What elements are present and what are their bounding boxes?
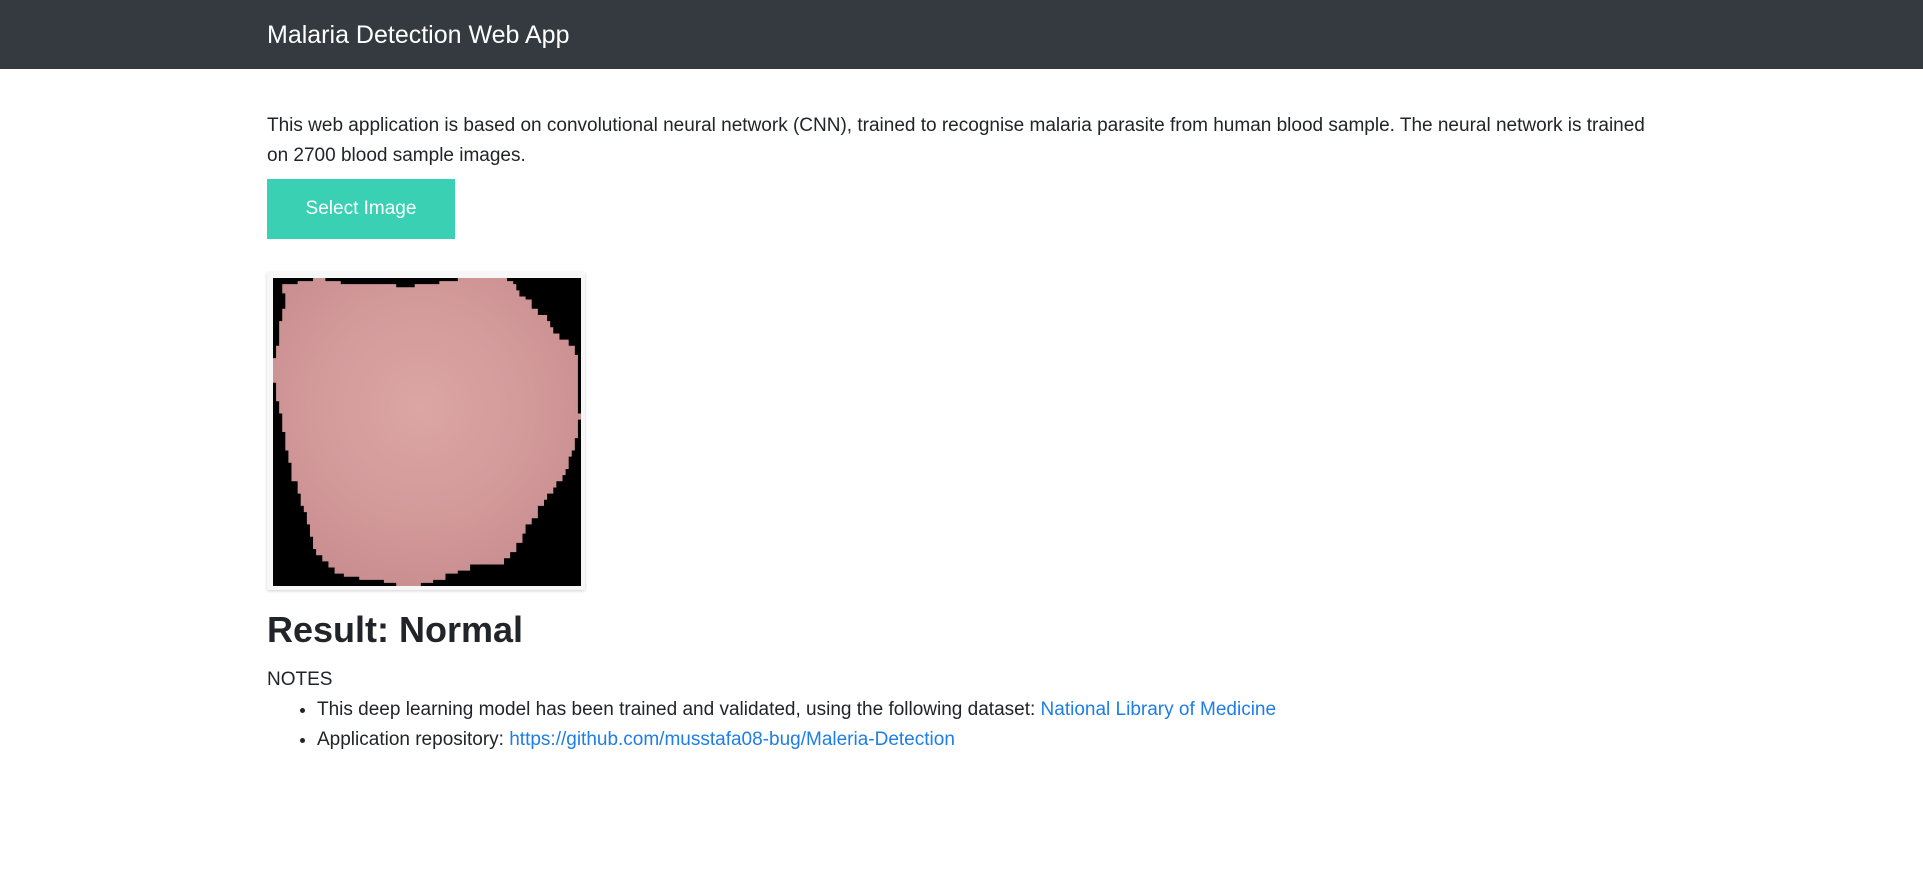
- dataset-link[interactable]: National Library of Medicine: [1041, 699, 1277, 720]
- image-preview: [267, 272, 585, 590]
- navbar: Malaria Detection Web App: [0, 0, 1923, 69]
- result-heading: Result: Normal: [267, 609, 524, 650]
- repository-link[interactable]: https://github.com/musstafa08-bug/Maleri…: [509, 729, 955, 750]
- list-item: Application repository: https://github.c…: [317, 725, 1617, 755]
- note-text: Application repository:: [317, 729, 510, 750]
- notes-list: This deep learning model has been traine…: [267, 695, 1617, 755]
- intro-text: This web application is based on convolu…: [267, 115, 1645, 166]
- blood-cell-image: [273, 278, 581, 586]
- list-item: This deep learning model has been traine…: [317, 695, 1617, 725]
- select-image-button[interactable]: Select Image: [267, 179, 455, 239]
- app-brand[interactable]: Malaria Detection Web App: [267, 20, 569, 50]
- notes-label: NOTES: [267, 669, 333, 690]
- note-text: This deep learning model has been traine…: [317, 699, 1041, 720]
